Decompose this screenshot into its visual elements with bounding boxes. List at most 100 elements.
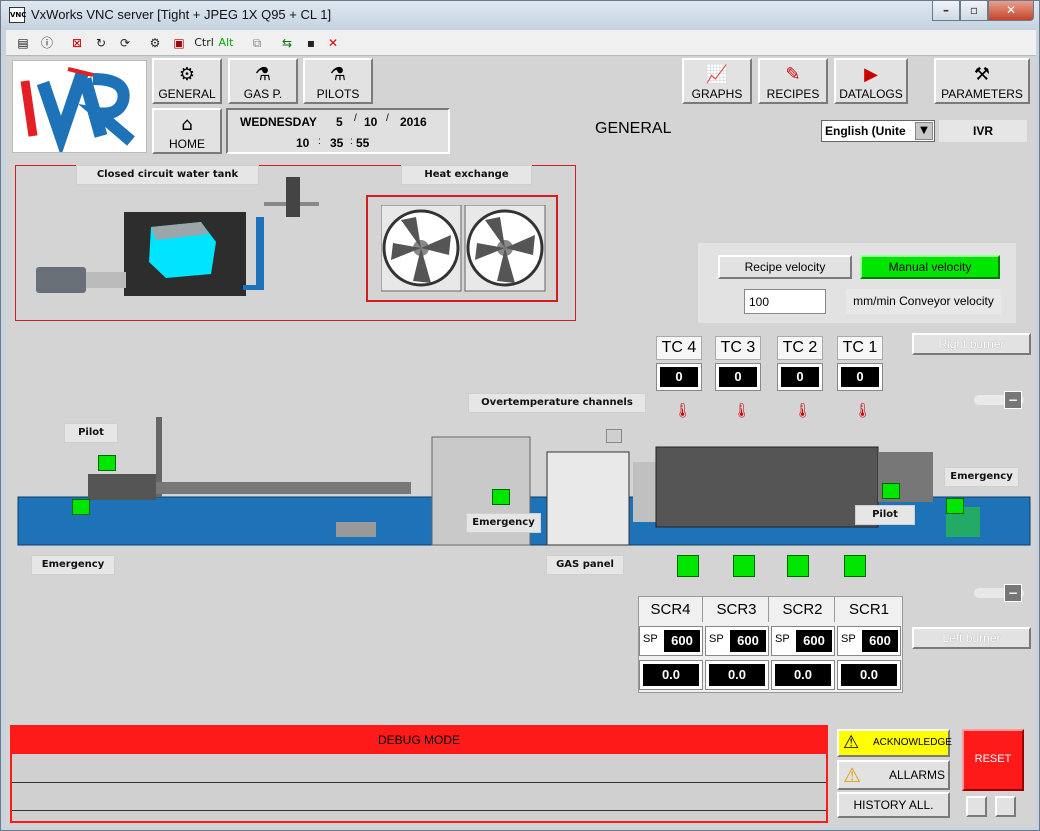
datalogs-nav-button[interactable]: ▶ DATALOGS <box>834 58 908 104</box>
conveyor-velocity-input[interactable] <box>744 289 826 314</box>
parameters-nav-button[interactable]: ⚒ PARAMETERS <box>934 58 1030 104</box>
tc1-value: 0 <box>837 363 883 391</box>
overtemp-label: Overtemperature channels <box>468 393 646 413</box>
emergency-left-label: Emergency <box>31 555 115 575</box>
full-screen-icon[interactable]: ⊠ <box>68 34 86 52</box>
emergency-mid-label: Emergency <box>466 513 541 533</box>
minimize-button[interactable]: – <box>932 1 960 21</box>
date-sep-2: / <box>386 113 389 124</box>
debug-mode-header: DEBUG MODE <box>12 727 826 754</box>
pilots-icon: ⚗ <box>329 64 347 85</box>
left-burner-button[interactable]: Left burner <box>912 627 1031 649</box>
aux-button-1[interactable] <box>966 796 987 817</box>
allarms-button[interactable]: ⚠ ALLARMS <box>837 760 950 790</box>
minus-icon[interactable]: − <box>1004 584 1022 602</box>
tc1-label: TC 1 <box>837 336 883 360</box>
tc2-value: 0 <box>777 363 823 391</box>
date-month: 10 <box>364 115 378 129</box>
refresh-icon[interactable]: ↻ <box>92 34 110 52</box>
time-sep-2: : <box>350 136 353 147</box>
user-label: IVR <box>939 120 1027 142</box>
ctrl-key-button[interactable]: Ctrl <box>192 34 216 52</box>
save-icon[interactable]: ▪ <box>302 34 320 52</box>
fan-icon <box>381 205 546 292</box>
reset-button[interactable]: RESET <box>962 729 1024 791</box>
datetime-panel: WEDNESDAY 5 / 10 / 2016 10 : 35 : 55 <box>226 108 450 154</box>
scr1-status-indicator <box>844 555 866 577</box>
language-value: English (Unite <box>825 124 906 138</box>
warning-icon: ⚠ <box>843 763 861 787</box>
tc3-label: TC 3 <box>715 336 761 360</box>
datalogs-icon: ▶ <box>864 64 878 85</box>
scr2-status-indicator <box>787 555 809 577</box>
scr4-output: 0.0 <box>639 660 703 690</box>
time-second: 55 <box>356 136 370 150</box>
gas-panel-label: GAS panel <box>546 555 624 575</box>
copy-icon[interactable]: ⧉ <box>248 34 266 52</box>
water-tank-diagram <box>36 177 319 296</box>
scr2-output: 0.0 <box>771 660 835 690</box>
general-nav-button[interactable]: ⚙ GENERAL <box>152 58 222 104</box>
heat-exchange-label: Heat exchange <box>401 165 532 185</box>
scr4-setpoint[interactable]: SP 600 <box>639 626 703 656</box>
time-hour: 10 <box>296 136 310 150</box>
chevron-down-icon[interactable]: ▼ <box>915 122 933 140</box>
scr1-label: SCR1 <box>848 601 889 618</box>
transfer-icon[interactable]: ⇆ <box>278 34 296 52</box>
scr3-output: 0.0 <box>705 660 769 690</box>
weekday: WEDNESDAY <box>240 115 317 129</box>
scr2-label: SCR2 <box>771 597 835 622</box>
time-sep-1: : <box>318 136 321 147</box>
scr4-label: SCR4 <box>639 597 703 622</box>
close-window-button[interactable]: ✕ <box>988 1 1034 21</box>
scr3-status-indicator <box>733 555 755 577</box>
general-icon: ⚙ <box>178 64 196 85</box>
debug-row-divider <box>12 810 826 811</box>
pilot-left-indicator <box>98 455 116 471</box>
warning-icon: ⚠ <box>843 732 860 753</box>
ctrl-alt-del-icon[interactable]: ⚙ <box>146 34 164 52</box>
window-title: VxWorks VNC server [Tight + JPEG 1X Q95 … <box>31 7 332 22</box>
home-icon: ⌂ <box>181 114 193 135</box>
request-update-icon[interactable]: ⟳ <box>116 34 134 52</box>
send-keys-icon[interactable]: ▣ <box>170 34 188 52</box>
manual-velocity-button[interactable]: Manual velocity <box>860 255 1000 279</box>
disconnect-icon[interactable]: ✕ <box>324 34 342 52</box>
scr2-setpoint[interactable]: SP 600 <box>771 626 835 656</box>
language-select[interactable]: English (Unite ▼ <box>821 120 935 142</box>
connection-options-icon[interactable]: ▤ <box>14 34 32 52</box>
hmi-screen: ⚙ GENERAL ⚗ GAS P. ⚗ PILOTS ⌂ HOME WEDNE… <box>6 57 1036 827</box>
scr3-setpoint[interactable]: SP 600 <box>705 626 769 656</box>
emergency-mid-indicator <box>492 489 510 505</box>
home-nav-button[interactable]: ⌂ HOME <box>152 108 222 154</box>
emergency-right-indicator <box>946 498 964 514</box>
right-burner-button[interactable]: Right burner <box>912 333 1031 355</box>
aux-button-2[interactable] <box>995 796 1016 817</box>
date-day: 5 <box>336 115 343 129</box>
recipes-nav-button[interactable]: ✎ RECIPES <box>758 58 828 104</box>
graphs-nav-button[interactable]: 📈 GRAPHS <box>682 58 752 104</box>
recipe-velocity-button[interactable]: Recipe velocity <box>718 255 852 279</box>
gas-panel-nav-button[interactable]: ⚗ GAS P. <box>228 58 298 104</box>
acknowledge-button[interactable]: ⚠ ACKNOWLEDGE <box>837 729 952 757</box>
pilots-nav-button[interactable]: ⚗ PILOTS <box>303 58 373 104</box>
pilot-left-label: Pilot <box>64 423 118 443</box>
connection-info-icon[interactable]: ⓘ <box>38 34 56 52</box>
scr1-output: 0.0 <box>837 660 901 690</box>
pilot-right-indicator <box>882 483 900 499</box>
window-titlebar: VNC VxWorks VNC server [Tight + JPEG 1X … <box>1 1 1039 29</box>
time-minute: 35 <box>330 136 344 150</box>
vnc-window: VNC VxWorks VNC server [Tight + JPEG 1X … <box>0 0 1040 831</box>
ivr-logo <box>12 60 147 157</box>
conveyor-velocity-unit: mm/min Conveyor velocity <box>846 289 1001 314</box>
scr3-label: SCR3 <box>705 597 769 622</box>
scr4-status-indicator <box>677 555 699 577</box>
date-sep-1: / <box>354 113 357 124</box>
maximize-button[interactable]: ▫ <box>960 1 988 21</box>
scr1-setpoint[interactable]: SP 600 <box>837 626 901 656</box>
alt-key-button[interactable]: Alt <box>216 34 236 52</box>
tc2-label: TC 2 <box>777 336 823 360</box>
debug-row-divider <box>12 782 826 783</box>
history-all-button[interactable]: HISTORY ALL. <box>837 792 950 818</box>
minus-icon[interactable]: − <box>1004 391 1022 409</box>
